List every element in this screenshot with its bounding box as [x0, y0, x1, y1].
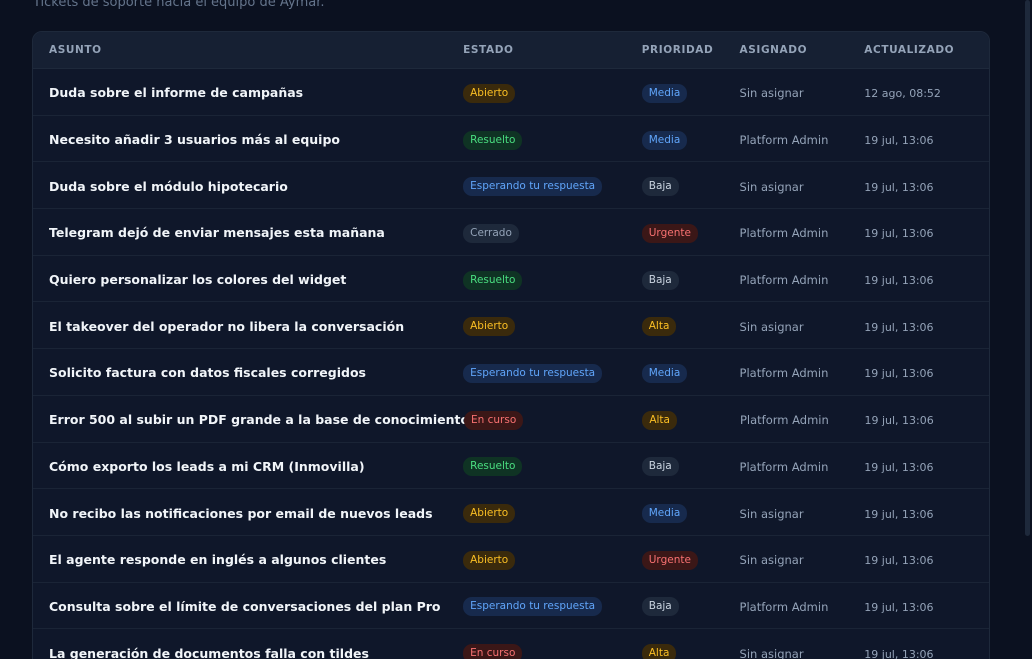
assignee: Sin asignar — [739, 506, 804, 521]
status-badge: Abierto — [463, 83, 516, 103]
updated-timestamp: 19 jul, 13:06 — [864, 134, 934, 148]
tickets-table: ASUNTO ESTADO PRIORIDAD ASIGNADO ACTUALI… — [32, 31, 990, 659]
status-badge: En curso — [464, 410, 524, 430]
priority-badge: Media — [641, 83, 688, 103]
priority-badge: Media — [641, 504, 688, 524]
header-status[interactable]: ESTADO — [463, 44, 642, 56]
table-row[interactable]: Duda sobre el informe de campañas Abierto… — [33, 69, 989, 116]
header-updated[interactable]: ACTUALIZADO — [864, 44, 989, 56]
updated-timestamp: 19 jul, 13:06 — [864, 507, 934, 521]
assignee: Sin asignar — [739, 179, 804, 194]
priority-badge: Alta — [641, 317, 677, 337]
status-badge: Resuelto — [463, 270, 523, 290]
table-row[interactable]: Error 500 al subir un PDF grande a la ba… — [33, 396, 989, 443]
table-row[interactable]: Cómo exporto los leads a mi CRM (Inmovil… — [33, 443, 989, 490]
ticket-subject[interactable]: Consulta sobre el límite de conversacion… — [49, 599, 441, 614]
ticket-subject[interactable]: Solicito factura con datos fiscales corr… — [49, 365, 366, 380]
assignee: Platform Admin — [739, 366, 829, 381]
assignee: Sin asignar — [739, 553, 804, 568]
ticket-subject[interactable]: Cómo exporto los leads a mi CRM (Inmovil… — [49, 459, 365, 474]
priority-badge: Alta — [641, 644, 677, 659]
table-row[interactable]: Solicito factura con datos fiscales corr… — [33, 349, 989, 396]
table-row[interactable]: Necesito añadir 3 usuarios más al equipo… — [33, 116, 989, 163]
ticket-subject[interactable]: Necesito añadir 3 usuarios más al equipo — [49, 132, 340, 147]
assignee: Platform Admin — [739, 273, 829, 288]
status-badge: Resuelto — [463, 130, 523, 150]
ticket-subject[interactable]: Telegram dejó de enviar mensajes esta ma… — [49, 225, 385, 240]
updated-timestamp: 19 jul, 13:06 — [864, 367, 934, 381]
ticket-subject[interactable]: Error 500 al subir un PDF grande a la ba… — [49, 412, 469, 427]
status-badge: Cerrado — [463, 223, 519, 243]
priority-badge: Baja — [641, 270, 679, 290]
table-row[interactable]: No recibo las notificaciones por email d… — [33, 489, 989, 536]
updated-timestamp: 12 ago, 08:52 — [864, 87, 941, 101]
header-priority[interactable]: PRIORIDAD — [642, 44, 740, 56]
table-row[interactable]: Telegram dejó de enviar mensajes esta ma… — [33, 209, 989, 256]
scrollbar-thumb[interactable] — [1025, 0, 1030, 536]
header-subject[interactable]: ASUNTO — [33, 44, 463, 56]
status-badge: En curso — [463, 644, 523, 659]
assignee: Platform Admin — [739, 459, 829, 474]
updated-timestamp: 19 jul, 13:06 — [864, 554, 934, 568]
updated-timestamp: 19 jul, 13:06 — [864, 647, 934, 659]
status-badge: Abierto — [463, 550, 516, 570]
assignee: Platform Admin — [739, 226, 829, 241]
status-badge: Esperando tu respuesta — [463, 597, 603, 617]
ticket-subject[interactable]: La generación de documentos falla con ti… — [49, 646, 369, 659]
priority-badge: Media — [641, 130, 688, 150]
status-badge: Abierto — [463, 504, 516, 524]
priority-badge: Urgente — [641, 550, 698, 570]
assignee: Platform Admin — [739, 413, 829, 428]
ticket-subject[interactable]: El takeover del operador no libera la co… — [49, 319, 404, 334]
updated-timestamp: 19 jul, 13:06 — [864, 320, 934, 334]
table-row[interactable]: Consulta sobre el límite de conversacion… — [33, 583, 989, 630]
ticket-subject[interactable]: El agente responde en inglés a algunos c… — [49, 552, 386, 567]
status-badge: Resuelto — [463, 457, 523, 477]
table-body: Duda sobre el informe de campañas Abierto… — [33, 69, 989, 659]
header-assigned[interactable]: ASIGNADO — [740, 44, 865, 56]
updated-timestamp: 19 jul, 13:06 — [864, 274, 934, 288]
table-row[interactable]: Quiero personalizar los colores del widg… — [33, 256, 989, 303]
ticket-subject[interactable]: No recibo las notificaciones por email d… — [49, 506, 433, 521]
priority-badge: Baja — [641, 457, 679, 477]
updated-timestamp: 19 jul, 13:06 — [864, 460, 934, 474]
assignee: Platform Admin — [739, 133, 829, 148]
page-subtitle: Tickets de soporte hacia el equipo de Ay… — [33, 0, 325, 10]
assignee: Sin asignar — [739, 646, 804, 659]
updated-timestamp: 19 jul, 13:06 — [864, 600, 934, 614]
updated-timestamp: 19 jul, 13:06 — [864, 414, 934, 428]
assignee: Platform Admin — [739, 599, 829, 614]
table-row[interactable]: La generación de documentos falla con ti… — [33, 629, 989, 659]
assignee: Sin asignar — [739, 86, 804, 101]
updated-timestamp: 19 jul, 13:06 — [864, 227, 934, 241]
tickets-page: Tickets de soporte hacia el equipo de Ay… — [0, 0, 1032, 659]
assignee: Sin asignar — [739, 319, 804, 334]
ticket-subject[interactable]: Quiero personalizar los colores del widg… — [49, 272, 346, 287]
priority-badge: Media — [641, 363, 688, 383]
table-row[interactable]: Duda sobre el módulo hipotecario Esperand… — [33, 162, 989, 210]
priority-badge: Alta — [642, 410, 677, 430]
table-header: ASUNTO ESTADO PRIORIDAD ASIGNADO ACTUALI… — [33, 32, 989, 69]
priority-badge: Baja — [641, 177, 679, 197]
priority-badge: Baja — [641, 597, 679, 617]
table-row[interactable]: El takeover del operador no libera la co… — [33, 302, 989, 350]
status-badge: Esperando tu respuesta — [463, 363, 603, 383]
ticket-subject[interactable]: Duda sobre el módulo hipotecario — [49, 179, 288, 194]
table-row[interactable]: El agente responde en inglés a algunos c… — [33, 536, 989, 583]
status-badge: Abierto — [463, 317, 516, 337]
updated-timestamp: 19 jul, 13:06 — [864, 180, 934, 194]
priority-badge: Urgente — [641, 223, 698, 243]
scrollbar[interactable] — [1024, 0, 1032, 659]
status-badge: Esperando tu respuesta — [463, 177, 603, 197]
ticket-subject[interactable]: Duda sobre el informe de campañas — [49, 85, 303, 100]
